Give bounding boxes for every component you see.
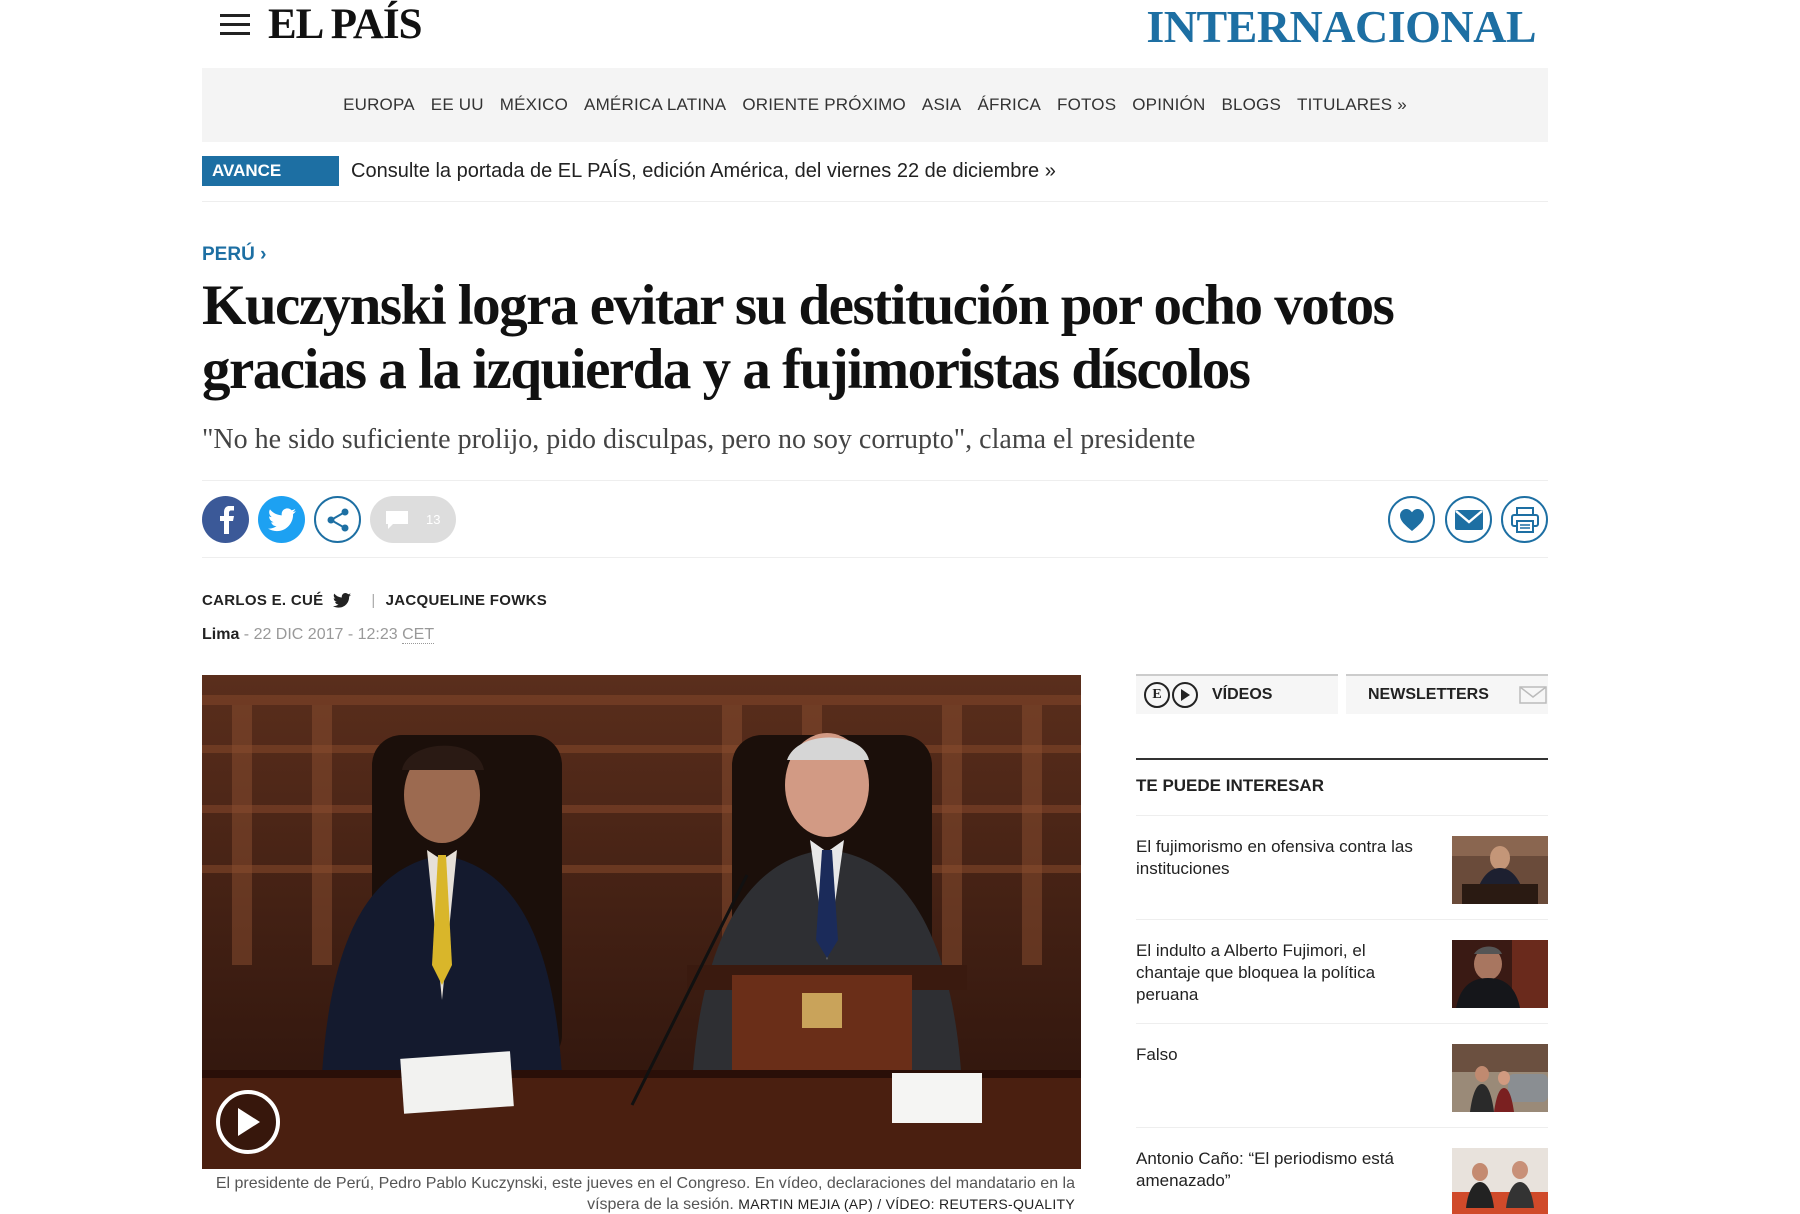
related-articles: TE PUEDE INTERESAR El fujimorismo en ofe… — [1136, 758, 1548, 1214]
twitter-icon — [267, 507, 296, 531]
related-item[interactable]: Antonio Caño: “El periodismo está amenaz… — [1136, 1128, 1548, 1214]
dateline: Lima - 22 DIC 2017 - 12:23 CET — [202, 626, 435, 644]
tab-newsletters[interactable]: NEWSLETTERS — [1346, 674, 1548, 714]
favorite-button[interactable] — [1388, 496, 1435, 543]
related-item-thumbnail[interactable] — [1452, 1044, 1548, 1112]
tab-videos-label: VÍDEOS — [1212, 686, 1273, 703]
tab-newsletters-label: NEWSLETTERS — [1368, 686, 1489, 703]
related-item-thumbnail[interactable] — [1452, 836, 1548, 904]
play-icon — [238, 1108, 260, 1136]
nav-item-eeuu[interactable]: EE UU — [431, 95, 484, 115]
envelope-icon — [1454, 509, 1483, 530]
author-1[interactable]: CARLOS E. CUÉ — [202, 592, 323, 609]
comment-count: 13 — [426, 512, 441, 527]
video-play-button[interactable] — [216, 1090, 280, 1154]
facebook-icon — [219, 505, 234, 534]
nav-item-america-latina[interactable]: AMÉRICA LATINA — [584, 95, 726, 115]
avance-link[interactable]: Consulte la portada de EL PAÍS, edición … — [351, 160, 1056, 183]
facebook-share-button[interactable] — [202, 496, 249, 543]
site-logo[interactable]: EL PAÍS — [268, 0, 423, 49]
email-share-button[interactable] — [1445, 496, 1492, 543]
related-item[interactable]: El indulto a Alberto Fujimori, el chanta… — [1136, 920, 1548, 1024]
nav-item-oriente-proximo[interactable]: ORIENTE PRÓXIMO — [742, 95, 906, 115]
dateline-timezone: CET — [402, 626, 435, 644]
envelope-icon — [1519, 686, 1547, 704]
related-item-title[interactable]: Falso — [1136, 1044, 1416, 1066]
photo-caption: El presidente de Perú, Pedro Pablo Kuczy… — [202, 1174, 1075, 1214]
el-pais-logo-icon: E — [1144, 682, 1170, 708]
related-item[interactable]: El fujimorismo en ofensiva contra las in… — [1136, 816, 1548, 920]
dateline-date: - 22 DIC 2017 - 12:23 — [239, 626, 403, 643]
article-photo[interactable] — [202, 675, 1081, 1169]
sidebar-tabs: E VÍDEOS NEWSLETTERS — [1136, 674, 1548, 714]
site-header: EL PAÍS INTERNACIONAL — [202, 0, 1548, 64]
section-title[interactable]: INTERNACIONAL — [1146, 0, 1536, 53]
related-title: TE PUEDE INTERESAR — [1136, 760, 1548, 816]
nav-item-titulares[interactable]: TITULARES » — [1297, 95, 1407, 115]
related-item-thumbnail[interactable] — [1452, 940, 1548, 1008]
share-button[interactable] — [314, 496, 361, 543]
play-icon — [1172, 682, 1198, 708]
print-button[interactable] — [1501, 496, 1548, 543]
related-item-title[interactable]: El fujimorismo en ofensiva contra las in… — [1136, 836, 1416, 880]
nav-item-europa[interactable]: EUROPA — [343, 95, 415, 115]
menu-icon[interactable] — [220, 14, 250, 38]
section-nav: EUROPA EE UU MÉXICO AMÉRICA LATINA ORIEN… — [202, 68, 1548, 142]
nav-item-mexico[interactable]: MÉXICO — [500, 95, 568, 115]
comment-icon — [386, 510, 408, 529]
avance-tag: AVANCE — [202, 156, 339, 186]
byline: CARLOS E. CUÉ | JACQUELINE FOWKS — [202, 592, 547, 609]
printer-icon — [1510, 506, 1539, 533]
nav-item-fotos[interactable]: FOTOS — [1057, 95, 1116, 115]
twitter-icon[interactable] — [333, 593, 352, 608]
share-bar: 13 — [202, 480, 1548, 558]
heart-icon — [1399, 508, 1424, 531]
related-item-title[interactable]: Antonio Caño: “El periodismo está amenaz… — [1136, 1148, 1416, 1192]
share-icon — [327, 508, 348, 531]
author-2[interactable]: JACQUELINE FOWKS — [386, 592, 547, 609]
congress-scene — [202, 675, 1081, 1169]
comments-button[interactable]: 13 — [370, 496, 456, 543]
photo-credit: MARTIN MEJIA (AP) / VÍDEO: REUTERS-QUALI… — [738, 1196, 1075, 1212]
avance-bar: AVANCE Consulte la portada de EL PAÍS, e… — [202, 154, 1548, 202]
dateline-location: Lima — [202, 626, 240, 643]
related-item[interactable]: Falso — [1136, 1024, 1548, 1128]
nav-item-africa[interactable]: ÁFRICA — [977, 95, 1041, 115]
twitter-share-button[interactable] — [258, 496, 305, 543]
byline-separator: | — [371, 592, 376, 609]
related-item-thumbnail[interactable] — [1452, 1148, 1548, 1214]
article-subhead: "No he sido suficiente prolijo, pido dis… — [202, 424, 1196, 455]
nav-item-opinion[interactable]: OPINIÓN — [1132, 95, 1205, 115]
related-item-title[interactable]: El indulto a Alberto Fujimori, el chanta… — [1136, 940, 1416, 1006]
section-kicker[interactable]: PERÚ › — [202, 244, 266, 266]
tab-videos[interactable]: E VÍDEOS — [1136, 674, 1338, 714]
nav-item-blogs[interactable]: BLOGS — [1221, 95, 1281, 115]
nav-item-asia[interactable]: ASIA — [922, 95, 962, 115]
article-headline: Kuczynski logra evitar su destitución po… — [202, 274, 1395, 401]
